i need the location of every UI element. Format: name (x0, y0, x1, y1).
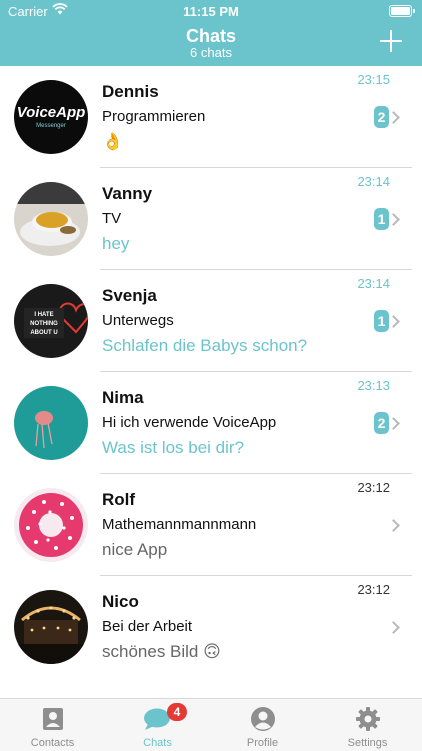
contact-name: Rolf (102, 490, 136, 509)
tab-bar: Contacts 4 Chats Profile Settings (0, 698, 422, 751)
chat-timestamp: 23:12 (357, 582, 390, 597)
avatar: I HATE NOTHING ABOUT U (14, 284, 88, 358)
tab-chats[interactable]: 4 Chats (105, 699, 210, 751)
chat-timestamp: 23:14 (357, 174, 390, 189)
nav-header: Carrier 11:15 PM Chats 6 chats (0, 0, 422, 66)
tab-contacts[interactable]: Contacts (0, 699, 105, 751)
avatar-sign-text: ABOUT U (30, 330, 57, 336)
avatar (14, 488, 88, 562)
status-time: 11:15 PM (183, 4, 239, 19)
contacts-icon (43, 708, 63, 730)
chat-timestamp: 23:14 (357, 276, 390, 291)
tab-profile-label: Profile (246, 737, 279, 749)
chat-status-line: Programmieren (102, 108, 206, 125)
chat-count: 6 chats (190, 45, 232, 60)
battery-icon (389, 5, 415, 17)
tab-profile[interactable]: Profile (210, 699, 315, 751)
avatar-logo-subtext: Messenger (36, 123, 66, 129)
contact-name: Dennis (102, 82, 159, 101)
chat-status-line: Bei der Arbeit (102, 618, 193, 635)
avatar-sign-text: I HATE (34, 312, 53, 318)
chevron-right-icon (387, 315, 400, 328)
chats-unread-badge: 4 (167, 703, 187, 721)
last-message: schönes Bild 🙃 (102, 642, 221, 661)
tab-chats-label: Chats (143, 737, 172, 749)
chat-timestamp: 23:12 (357, 480, 390, 495)
chat-timestamp: 23:15 (357, 72, 390, 87)
chat-row-rolf[interactable]: Rolf Mathemannmannmann nice App 23:12 (0, 474, 422, 576)
last-message: 👌 (102, 132, 124, 151)
avatar: VoiceApp Messenger (14, 80, 88, 154)
chat-row-nico[interactable]: Nico Bei der Arbeit schönes Bild 🙃 23:12 (0, 576, 422, 678)
last-message: nice App (102, 540, 168, 559)
chat-status-line: Mathemannmannmann (102, 516, 257, 533)
contact-name: Vanny (102, 184, 153, 203)
avatar (14, 386, 88, 460)
contact-name: Nima (102, 388, 144, 407)
avatar (14, 182, 88, 256)
chevron-right-icon (387, 213, 400, 226)
chat-row-svenja[interactable]: I HATE NOTHING ABOUT U Svenja Unterwegs … (0, 270, 422, 372)
avatar-logo-text: VoiceApp (17, 104, 86, 121)
chat-status-line: Unterwegs (102, 312, 174, 329)
chevron-right-icon (387, 417, 400, 430)
chevron-right-icon (387, 111, 400, 124)
add-chat-button[interactable] (380, 30, 402, 52)
contact-name: Svenja (102, 286, 157, 305)
avatar (14, 590, 88, 664)
tab-settings[interactable]: Settings (315, 699, 420, 751)
profile-icon (251, 707, 275, 731)
chat-status-line: Hi ich verwende VoiceApp (102, 414, 277, 431)
last-message: Was ist los bei dir? (102, 438, 245, 457)
tab-settings-label: Settings (347, 737, 388, 749)
status-bar: Carrier 11:15 PM (0, 0, 422, 22)
last-message: Schlafen die Babys schon? (102, 336, 308, 355)
chat-row-nima[interactable]: Nima Hi ich verwende VoiceApp Was ist lo… (0, 372, 422, 474)
chat-list: VoiceApp Messenger Dennis Programmieren … (0, 66, 422, 678)
contact-name: Nico (102, 592, 139, 611)
page-title: Chats (185, 26, 236, 46)
tab-contacts-label: Contacts (30, 737, 75, 749)
chevron-right-icon (387, 621, 400, 634)
avatar-sign-text: NOTHING (30, 321, 58, 327)
chat-row-dennis[interactable]: VoiceApp Messenger Dennis Programmieren … (0, 66, 422, 168)
gear-icon (356, 707, 380, 731)
chat-status-line: TV (102, 210, 122, 227)
last-message: hey (102, 234, 130, 253)
chat-timestamp: 23:13 (357, 378, 390, 393)
chevron-right-icon (387, 519, 400, 532)
chat-row-vanny[interactable]: Vanny TV hey 23:14 1 (0, 168, 422, 270)
